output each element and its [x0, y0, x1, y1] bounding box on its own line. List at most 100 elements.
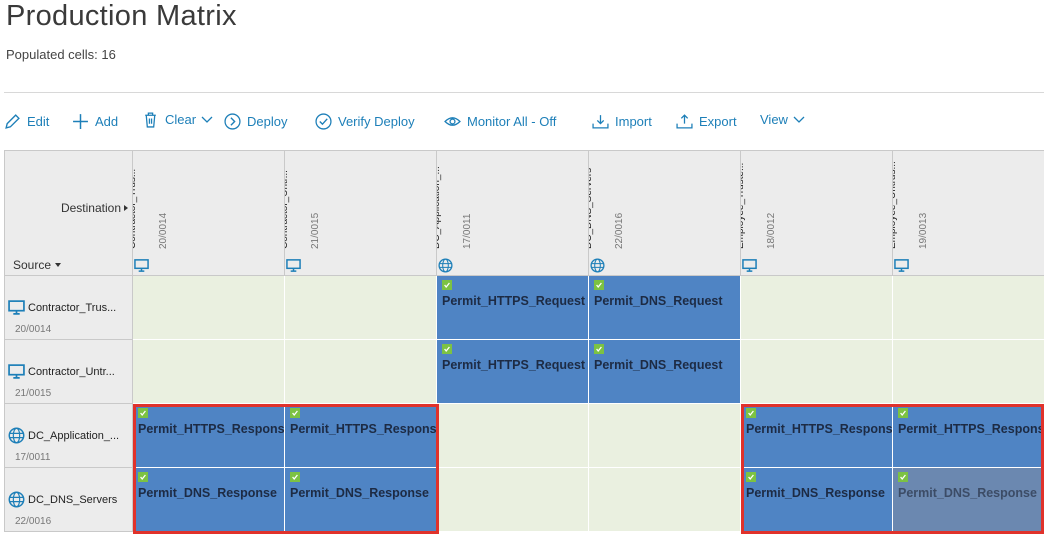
column-header[interactable]: DC_DNS_Servers 22/0016: [589, 150, 741, 276]
empty-cell[interactable]: [437, 468, 589, 532]
check-icon: [746, 408, 756, 418]
empty-cell[interactable]: [285, 340, 437, 404]
monitor-icon: [894, 258, 909, 273]
matrix-corner-header: Destination Source: [4, 150, 133, 276]
policy-cell[interactable]: Permit_DNS_Response: [893, 468, 1044, 532]
clear-label: Clear: [165, 111, 197, 127]
column-header[interactable]: Employee_Truste... 18/0012: [741, 150, 893, 276]
monitor-icon: [8, 363, 25, 380]
empty-cell[interactable]: [285, 276, 437, 340]
plus-icon: [73, 113, 88, 129]
monitor-icon: [8, 299, 25, 316]
policy-cell[interactable]: Permit_HTTPS_Response: [133, 404, 285, 468]
empty-cell[interactable]: [893, 276, 1044, 340]
policy-name: Permit_DNS_Request: [594, 358, 723, 372]
empty-cell[interactable]: [133, 340, 285, 404]
check-icon: [138, 408, 148, 418]
trash-icon: [145, 111, 156, 128]
policy-cell[interactable]: Permit_HTTPS_Response: [741, 404, 893, 468]
policy-name: Permit_DNS_Response: [746, 486, 885, 500]
row-name: DC_DNS_Servers: [28, 494, 118, 506]
policy-cell[interactable]: Permit_HTTPS_Response: [285, 404, 437, 468]
row-id: 22/0016: [15, 516, 52, 527]
source-sort[interactable]: Source: [13, 258, 62, 272]
view-dropdown[interactable]: View: [760, 108, 805, 130]
toolbar: Edit Add Clear Deploy Verify Deploy Moni…: [4, 110, 1044, 132]
monitor-all-label: Monitor All - Off: [467, 113, 557, 129]
policy-cell[interactable]: Permit_DNS_Request: [589, 340, 741, 404]
policy-name: Permit_DNS_Request: [594, 294, 723, 308]
check-icon: [746, 472, 756, 482]
view-label: View: [760, 111, 788, 127]
policy-cell[interactable]: Permit_HTTPS_Request: [437, 340, 589, 404]
empty-cell[interactable]: [741, 276, 893, 340]
policy-cell[interactable]: Permit_HTTPS_Request: [437, 276, 589, 340]
caret-down-icon: [55, 263, 62, 267]
column-id: 17/0011: [462, 213, 473, 249]
deploy-button[interactable]: Deploy: [224, 110, 287, 132]
import-button[interactable]: Import: [592, 110, 652, 132]
verify-deploy-button[interactable]: Verify Deploy: [315, 110, 415, 132]
add-label: Add: [95, 113, 119, 129]
policy-cell[interactable]: Permit_HTTPS_Response: [893, 404, 1044, 468]
add-button[interactable]: Add: [72, 110, 118, 132]
policy-cell[interactable]: Permit_DNS_Response: [285, 468, 437, 532]
column-name: DC_Application_...: [437, 166, 442, 249]
clear-dropdown[interactable]: Clear: [142, 108, 213, 130]
empty-cell[interactable]: [589, 468, 741, 532]
row-name: Contractor_Trus...: [28, 302, 117, 314]
export-button[interactable]: Export: [676, 110, 737, 132]
export-label: Export: [699, 113, 737, 129]
column-name: Employee_Untrus...: [893, 161, 898, 249]
column-header[interactable]: Contractor_Untr... 21/0015: [285, 150, 437, 276]
globe-icon: [590, 258, 605, 273]
policy-name: Permit_HTTPS_Response: [898, 422, 1044, 436]
row-name: DC_Application_...: [28, 430, 120, 442]
monitor-icon: [134, 258, 149, 273]
deploy-label: Deploy: [247, 113, 288, 129]
column-id: 18/0012: [766, 212, 777, 249]
row-id: 20/0014: [15, 324, 52, 335]
column-name: Employee_Truste...: [741, 162, 746, 249]
policy-name: Permit_DNS_Response: [138, 486, 277, 500]
policy-name: Permit_HTTPS_Request: [442, 358, 586, 372]
check-icon: [442, 344, 452, 354]
edit-button[interactable]: Edit: [4, 110, 49, 132]
monitor-all-toggle[interactable]: Monitor All - Off: [444, 110, 556, 132]
edit-label: Edit: [27, 113, 50, 129]
populated-cells-count: Populated cells: 16: [6, 47, 116, 62]
row-header[interactable]: Contractor_Trus... 20/0014: [4, 276, 133, 340]
circle-arrow-icon: [224, 112, 241, 130]
policy-matrix: Destination Source Contractor_Trus... 20/…: [4, 150, 1044, 535]
empty-cell[interactable]: [589, 404, 741, 468]
column-header[interactable]: Employee_Untrus... 19/0013: [893, 150, 1044, 276]
export-icon: [676, 113, 693, 129]
row-id: 17/0011: [15, 452, 51, 463]
destination-label: Destination: [60, 201, 121, 215]
policy-name: Permit_DNS_Response: [898, 486, 1037, 500]
empty-cell[interactable]: [893, 340, 1044, 404]
check-icon: [898, 472, 908, 482]
row-header[interactable]: DC_Application_... 17/0011: [4, 404, 133, 468]
policy-cell[interactable]: Permit_DNS_Response: [133, 468, 285, 532]
eye-icon: [444, 116, 461, 126]
column-header[interactable]: DC_Application_... 17/0011: [437, 150, 589, 276]
policy-cell[interactable]: Permit_DNS_Response: [741, 468, 893, 532]
chevron-down-icon: [793, 116, 805, 123]
empty-cell[interactable]: [741, 340, 893, 404]
globe-icon: [8, 427, 25, 444]
verify-deploy-label: Verify Deploy: [338, 113, 415, 129]
row-id: 21/0015: [15, 388, 52, 399]
policy-cell[interactable]: Permit_DNS_Request: [589, 276, 741, 340]
check-icon: [594, 344, 604, 354]
empty-cell[interactable]: [133, 276, 285, 340]
destination-sort[interactable]: Destination: [61, 201, 128, 215]
empty-cell[interactable]: [437, 404, 589, 468]
row-header[interactable]: Contractor_Untr... 21/0015: [4, 340, 133, 404]
caret-right-icon: [124, 205, 128, 211]
policy-name: Permit_HTTPS_Request: [442, 294, 586, 308]
column-header[interactable]: Contractor_Trus... 20/0014: [133, 150, 285, 276]
check-icon: [138, 472, 148, 482]
import-label: Import: [615, 113, 652, 129]
row-header[interactable]: DC_DNS_Servers 22/0016: [4, 468, 133, 532]
